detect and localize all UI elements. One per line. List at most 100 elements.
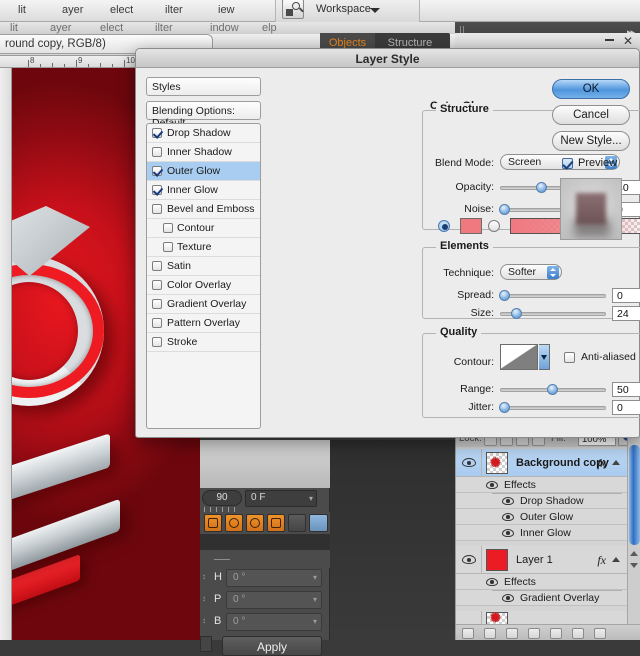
close-icon[interactable]: ✕ <box>623 35 633 47</box>
opacity-slider-knob[interactable] <box>536 182 547 193</box>
menu2-item-select[interactable]: elect <box>100 22 123 34</box>
menu-item-view[interactable]: iew <box>218 4 235 16</box>
effects-group-background-copy[interactable]: Effects <box>456 477 628 493</box>
jitter-value[interactable]: 0 <box>612 400 640 415</box>
add-mask-icon[interactable] <box>506 628 518 639</box>
new-group-icon[interactable] <box>550 628 562 639</box>
delete-layer-icon[interactable] <box>594 628 606 639</box>
effects-group-layer-1[interactable]: Effects <box>456 574 628 590</box>
checkbox-color-overlay[interactable] <box>152 280 162 290</box>
style-row-satin[interactable]: Satin <box>147 257 260 276</box>
contour-preview[interactable] <box>500 344 538 370</box>
scroll-down-icon[interactable] <box>630 563 638 568</box>
fx-icon[interactable]: fx <box>597 553 606 568</box>
checkbox-bevel-and-emboss[interactable] <box>152 204 162 214</box>
size-value[interactable]: 24 <box>612 306 640 321</box>
checkbox-gradient-overlay[interactable] <box>152 299 162 309</box>
stepper-icon[interactable]: ▾ <box>313 595 317 604</box>
screen-mode-icon[interactable] <box>282 0 304 19</box>
glow-color-swatch[interactable] <box>460 218 482 234</box>
range-value[interactable]: 50 <box>612 382 640 397</box>
stepper-icon[interactable]: ▾ <box>309 494 313 503</box>
effect-row-drop-shadow[interactable]: Drop Shadow <box>456 493 628 509</box>
preview-checkbox[interactable] <box>562 158 573 169</box>
menu2-item-window[interactable]: indow <box>210 22 239 34</box>
radio-gradient[interactable] <box>488 220 500 232</box>
tool-rotate-icon[interactable] <box>225 514 243 532</box>
stepper-icon[interactable] <box>547 266 559 279</box>
checkbox-stroke[interactable] <box>152 337 162 347</box>
menu2-item-filter[interactable]: ilter <box>155 22 173 34</box>
jitter-slider-track[interactable] <box>500 406 606 410</box>
layer-thumbnail-layer-1[interactable] <box>486 549 508 571</box>
tool-parameter-icon[interactable] <box>246 514 264 532</box>
visibility-toggle-layer-1[interactable] <box>456 546 482 574</box>
tool-points-icon[interactable] <box>267 514 285 532</box>
spread-slider-knob[interactable] <box>499 290 510 301</box>
ok-button[interactable]: OK <box>552 79 630 99</box>
antialiased-checkbox[interactable] <box>564 352 575 363</box>
style-row-contour[interactable]: Contour <box>147 219 260 238</box>
spread-value[interactable]: 0 <box>612 288 640 303</box>
style-row-drop-shadow[interactable]: Drop Shadow <box>147 124 260 143</box>
adjustment-layer-icon[interactable] <box>528 628 540 639</box>
eye-icon[interactable] <box>502 594 514 602</box>
stepper-icon[interactable]: ▾ <box>313 617 317 626</box>
eye-icon[interactable] <box>502 497 514 505</box>
add-style-icon[interactable] <box>484 628 496 639</box>
eye-icon[interactable] <box>462 458 476 467</box>
viewport-preview[interactable] <box>200 440 330 488</box>
style-row-bevel-and-emboss[interactable]: Bevel and Emboss <box>147 200 260 219</box>
layer-thumbnail-background-copy[interactable]: ✺ <box>486 452 508 474</box>
style-row-pattern-overlay[interactable]: Pattern Overlay <box>147 314 260 333</box>
style-row-stroke[interactable]: Stroke <box>147 333 260 352</box>
layer-row-layer-1[interactable]: Layer 1 fx <box>456 546 628 574</box>
style-row-inner-glow[interactable]: Inner Glow <box>147 181 260 200</box>
blending-options-row[interactable]: Blending Options: Default <box>146 101 261 120</box>
stepper-b-icon[interactable]: ↕ <box>202 616 206 625</box>
menu2-item-help[interactable]: elp <box>262 22 277 34</box>
radio-solid-color[interactable] <box>438 220 450 232</box>
visibility-toggle-background-copy[interactable] <box>456 449 482 477</box>
contour-dropdown-icon[interactable] <box>539 344 550 370</box>
style-row-outer-glow[interactable]: Outer Glow <box>147 162 260 181</box>
tool-move-icon[interactable] <box>204 514 222 532</box>
timeline-value-field[interactable]: 90 <box>202 490 242 506</box>
new-layer-icon[interactable] <box>572 628 584 639</box>
menu-item-edit[interactable]: lit <box>18 4 26 16</box>
new-style-button[interactable]: New Style... <box>552 131 630 151</box>
checkbox-pattern-overlay[interactable] <box>152 318 162 328</box>
chevron-down-icon[interactable] <box>370 8 380 13</box>
checkbox-inner-glow[interactable] <box>152 185 162 195</box>
tool-light-icon[interactable] <box>288 514 306 532</box>
stepper-icon[interactable]: ▾ <box>313 573 317 582</box>
scroll-up-icon[interactable] <box>630 551 638 556</box>
workspace-label[interactable]: Workspace <box>316 3 371 15</box>
rotation-p-field[interactable]: 0 ° ▾ <box>226 591 322 609</box>
eye-icon[interactable] <box>486 481 498 489</box>
fx-icon[interactable]: fx <box>597 456 606 471</box>
styles-header[interactable]: Styles <box>146 77 261 96</box>
expand-triangle-icon[interactable] <box>612 557 620 562</box>
menu2-item-layer[interactable]: ayer <box>50 22 71 34</box>
scrollbar-thumb[interactable] <box>629 445 640 545</box>
layer-row-background-copy[interactable]: ✺ Background copy fx <box>456 449 628 477</box>
checkbox-inner-shadow[interactable] <box>152 147 162 157</box>
eye-icon[interactable] <box>502 529 514 537</box>
stepper-p-icon[interactable]: ↕ <box>202 594 206 603</box>
checkbox-satin[interactable] <box>152 261 162 271</box>
range-slider-knob[interactable] <box>547 384 558 395</box>
style-row-gradient-overlay[interactable]: Gradient Overlay <box>147 295 260 314</box>
style-row-texture[interactable]: Texture <box>147 238 260 257</box>
menu-item-filter[interactable]: ilter <box>165 4 183 16</box>
technique-select[interactable]: Softer <box>500 264 562 280</box>
menu2-item-edit[interactable]: lit <box>10 22 18 34</box>
eye-icon[interactable] <box>486 578 498 586</box>
menu-item-layer[interactable]: ayer <box>62 4 83 16</box>
rotation-b-field[interactable]: 0 ° ▾ <box>226 613 322 631</box>
checkbox-outer-glow[interactable] <box>152 166 162 176</box>
expand-triangle-icon[interactable] <box>612 460 620 465</box>
layer-row-partial[interactable]: ✺ <box>456 611 628 625</box>
size-slider-knob[interactable] <box>511 308 522 319</box>
effect-row-outer-glow[interactable]: Outer Glow <box>456 509 628 525</box>
